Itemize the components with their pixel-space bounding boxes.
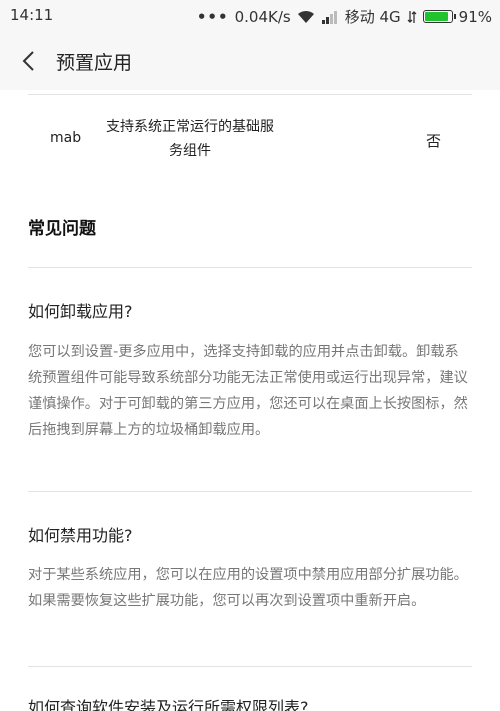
data-arrows-icon (407, 10, 417, 23)
wifi-icon (297, 10, 314, 23)
status-bar: 14:11 ••• 0.04K/s 移动 4G 91% (0, 0, 500, 32)
carrier-label: 移动 4G (344, 8, 401, 26)
divider (28, 666, 472, 667)
title-bar: 预置应用 (0, 32, 500, 90)
faq-question[interactable]: 如何查询软件安装及运行所需权限列表? (28, 694, 309, 711)
content-area[interactable]: mab 支持系统正常运行的基础服务组件 否 常见问题 如何卸载应用? 您可以到设… (0, 90, 500, 711)
more-dots-icon: ••• (196, 7, 229, 26)
back-button[interactable] (14, 46, 44, 76)
app-description: 支持系统正常运行的基础服务组件 (106, 119, 274, 159)
status-right-group: ••• 0.04K/s 移动 4G 91% (197, 6, 492, 27)
chevron-left-icon (22, 51, 34, 71)
divider (28, 267, 472, 268)
faq-section-title: 常见问题 (28, 219, 96, 239)
divider (28, 94, 472, 95)
battery-icon (422, 10, 456, 23)
network-speed: 0.04K/s (234, 7, 291, 26)
battery-fill (424, 12, 448, 21)
faq-question[interactable]: 如何禁用功能? (28, 522, 133, 546)
can-uninstall-value: 否 (426, 132, 442, 150)
divider (28, 491, 472, 492)
faq-answer: 您可以到设置-更多应用中，选择支持卸载的应用并点击卸载。卸载系统预置组件可能导致… (28, 344, 468, 438)
faq-question[interactable]: 如何卸载应用? (28, 298, 133, 322)
faq-answer: 对于某些系统应用，您可以在应用的设置项中禁用应用部分扩展功能。如果需要恢复这些扩… (28, 567, 468, 609)
battery-tip (453, 14, 456, 19)
status-time: 14:11 (10, 6, 54, 24)
signal-icon (321, 10, 337, 24)
battery-percent: 91% (458, 7, 492, 26)
app-name: mab (50, 130, 82, 146)
page-title: 预置应用 (56, 52, 133, 74)
